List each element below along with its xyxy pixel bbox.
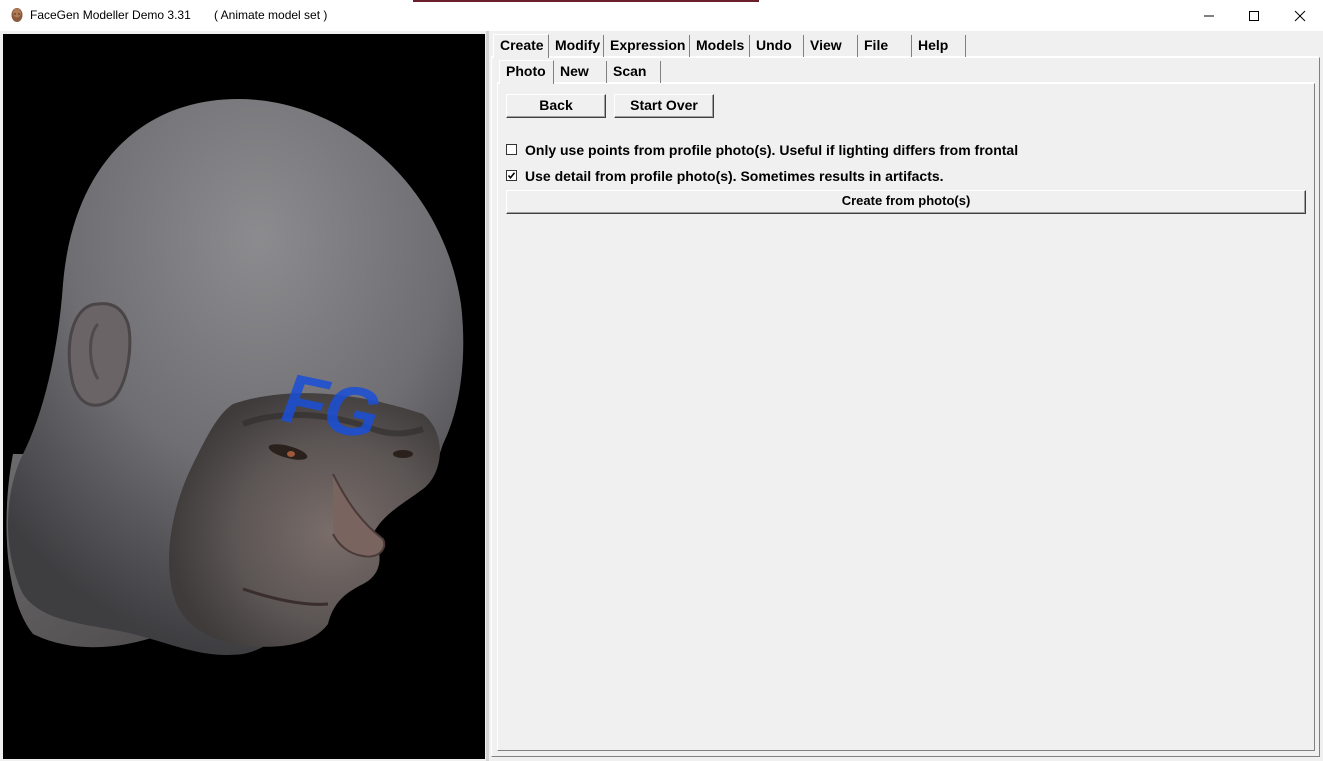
profile-detail-checkbox[interactable]	[506, 170, 517, 181]
maximize-button[interactable]	[1231, 0, 1277, 31]
profile-points-checkbox[interactable]	[506, 144, 517, 155]
tab-new[interactable]: New	[554, 61, 607, 83]
close-button[interactable]	[1277, 0, 1323, 31]
tab-models-label: Models	[696, 37, 745, 53]
tab-help[interactable]: Help	[912, 35, 966, 57]
tab-undo[interactable]: Undo	[750, 35, 804, 57]
checkmark-icon	[507, 172, 516, 180]
tab-create-label: Create	[500, 37, 544, 53]
title-bar[interactable]: FaceGen Modeller Demo 3.31 ( Animate mod…	[0, 0, 1323, 31]
tab-photo-label: Photo	[506, 63, 546, 79]
tab-new-label: New	[560, 63, 589, 79]
profile-points-label: Only use points from profile photo(s). U…	[525, 142, 1019, 158]
tab-modify[interactable]: Modify	[549, 35, 604, 57]
tab-view-label: View	[810, 37, 842, 53]
app-icon	[11, 8, 23, 22]
back-button[interactable]: Back	[506, 94, 606, 118]
head-model: FG	[6, 99, 464, 655]
create-from-photos-button[interactable]: Create from photo(s)	[506, 190, 1306, 214]
tab-file-label: File	[864, 37, 889, 53]
title-accent-strip	[413, 0, 759, 2]
tab-view[interactable]: View	[804, 35, 858, 57]
minimize-icon	[1204, 15, 1214, 17]
close-icon	[1294, 10, 1306, 22]
tab-file[interactable]: File	[858, 35, 912, 57]
profile-detail-label: Use detail from profile photo(s). Someti…	[525, 168, 944, 184]
tab-photo[interactable]: Photo	[499, 60, 554, 84]
tab-expression[interactable]: Expression	[604, 35, 690, 57]
tab-modify-label: Modify	[555, 37, 601, 53]
tab-help-label: Help	[918, 37, 949, 53]
3d-viewport[interactable]: FG	[3, 34, 485, 759]
minimize-button[interactable]	[1186, 0, 1232, 31]
tab-scan[interactable]: Scan	[607, 61, 661, 83]
start-over-button[interactable]: Start Over	[614, 94, 714, 118]
window-title: FaceGen Modeller Demo 3.31	[30, 8, 191, 22]
window-subtitle: ( Animate model set )	[214, 8, 328, 22]
tab-models[interactable]: Models	[690, 35, 750, 57]
tab-create[interactable]: Create	[493, 34, 549, 58]
tab-undo-label: Undo	[756, 37, 792, 53]
maximize-icon	[1249, 11, 1259, 21]
tab-scan-label: Scan	[613, 63, 647, 79]
tab-expression-label: Expression	[610, 37, 686, 53]
